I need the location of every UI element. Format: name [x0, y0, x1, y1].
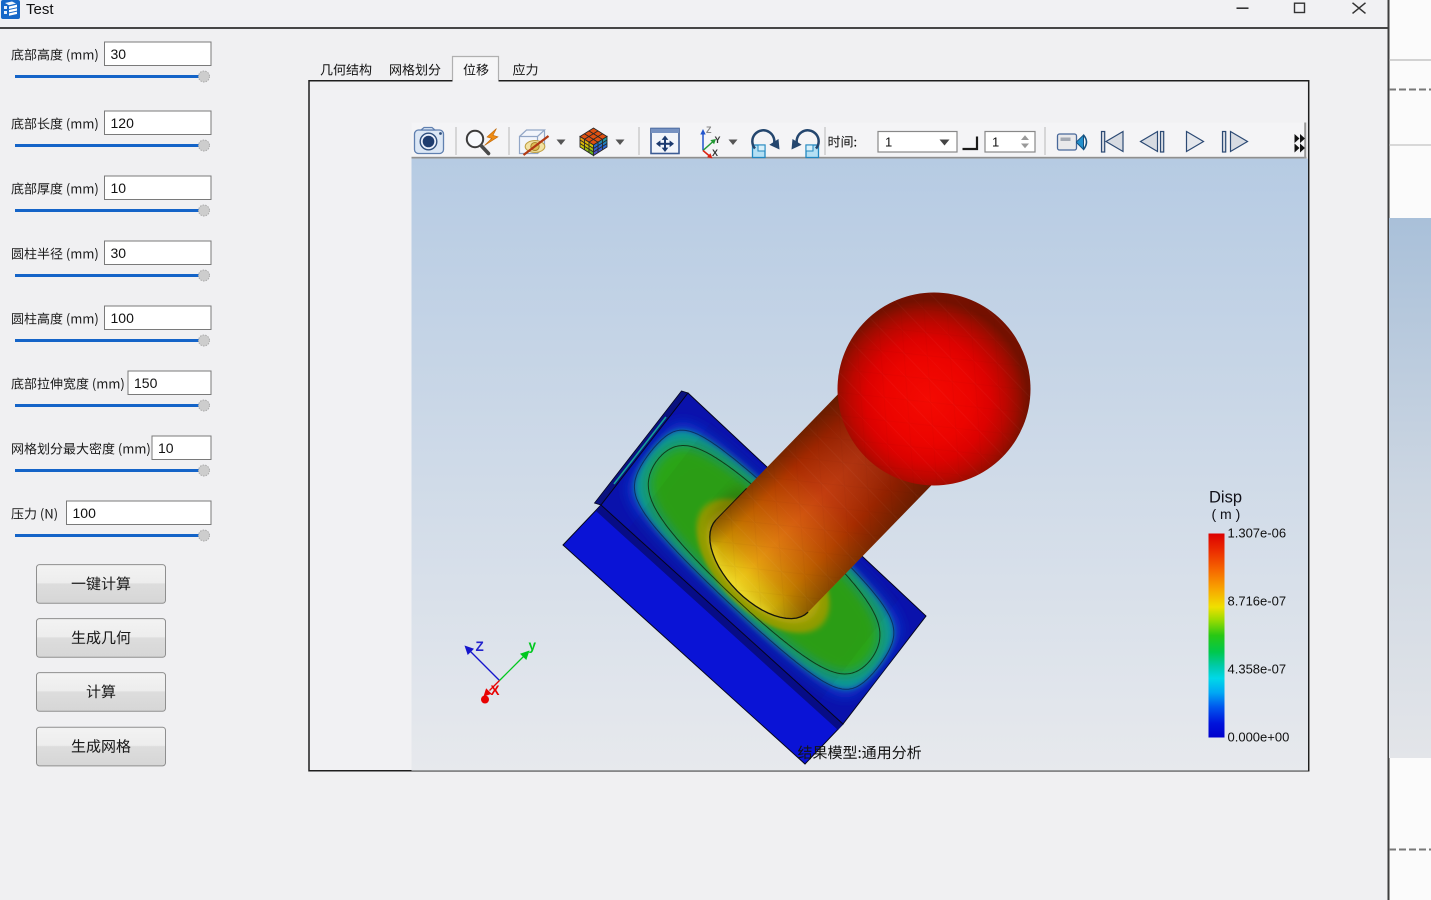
svg-text:10: 10: [158, 440, 174, 456]
svg-text:X: X: [712, 148, 718, 158]
svg-text:X: X: [491, 683, 500, 698]
svg-text:150: 150: [134, 375, 158, 391]
svg-text:Z: Z: [706, 125, 712, 135]
svg-text:1: 1: [992, 135, 999, 150]
svg-text:( m ): ( m ): [1212, 506, 1241, 522]
svg-text:1.307e-06: 1.307e-06: [1228, 526, 1287, 541]
svg-text:4.358e-07: 4.358e-07: [1228, 662, 1287, 677]
svg-text:100: 100: [111, 310, 135, 326]
svg-text:Test: Test: [26, 1, 54, 18]
svg-text:Z: Z: [476, 639, 484, 654]
svg-text:30: 30: [111, 245, 127, 261]
svg-text:100: 100: [73, 505, 97, 521]
svg-text:120: 120: [111, 115, 135, 131]
svg-text:Disp: Disp: [1209, 489, 1242, 507]
svg-text:Y: Y: [715, 135, 721, 145]
svg-text:10: 10: [111, 180, 127, 196]
svg-text:8.716e-07: 8.716e-07: [1228, 594, 1287, 609]
svg-text:1: 1: [885, 135, 892, 150]
svg-text:y: y: [529, 638, 537, 653]
svg-text:0.000e+00: 0.000e+00: [1228, 730, 1290, 745]
svg-text:30: 30: [111, 46, 127, 62]
